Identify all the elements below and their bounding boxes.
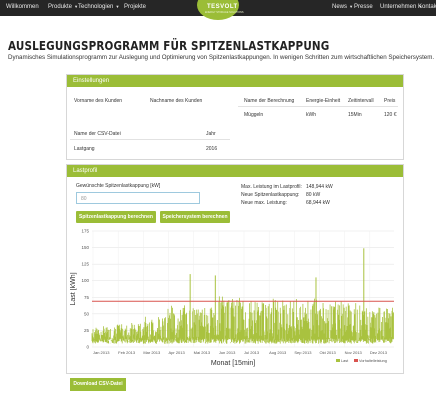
peak-shaving-input-label: Gewünschte Spitzenlastkappung [kW] bbox=[76, 183, 161, 189]
load-profile-chart: 0 25 50 75 100 125 150 175 Jan 2013 Feb 2013 Mar 2… bbox=[70, 229, 394, 367]
logo-text: TESVOLT bbox=[207, 4, 238, 10]
price-label: Preis bbox=[384, 98, 396, 104]
stat-value: 68,944 kW bbox=[306, 200, 330, 206]
calc-name-value: Müggeln bbox=[244, 112, 264, 118]
stat-value: 80 kW bbox=[306, 192, 321, 198]
calculate-peak-shaving-button[interactable]: Spitzenlastkappung berechnen bbox=[76, 211, 156, 223]
download-csv-button[interactable]: Download CSV-Datei bbox=[70, 378, 126, 391]
csv-name-label: Name der CSV-Datei bbox=[74, 131, 121, 137]
x-axis-label: Monat [15min] bbox=[211, 360, 255, 367]
x-tick-label: Sep 2013 bbox=[294, 350, 312, 355]
year-value: 2016 bbox=[206, 146, 218, 152]
y-axis-label: Last [kWh] bbox=[70, 272, 77, 305]
calculate-storage-system-button[interactable]: Speichersystem berechnen bbox=[160, 211, 230, 223]
nav-item-2[interactable]: Technologien ▼ bbox=[78, 4, 119, 10]
caret-down-icon: ▼ bbox=[114, 4, 120, 9]
x-tick-label: Okt 2013 bbox=[320, 350, 337, 355]
stat-value: 148,944 kW bbox=[306, 184, 333, 190]
energy-unit-value: kWh bbox=[306, 112, 316, 118]
nav-item-right-2[interactable]: Unternehmen ▼ bbox=[380, 4, 422, 10]
nav-item-0[interactable]: Willkommen bbox=[6, 4, 39, 10]
energy-unit-label: Energie-Einheit bbox=[306, 98, 341, 104]
x-tick-label: Jan 2013 bbox=[93, 350, 110, 355]
calc-name-label: Name der Berechnung bbox=[244, 98, 295, 104]
x-tick-label: Aug 2013 bbox=[269, 350, 287, 355]
y-tick-label: 125 bbox=[81, 262, 89, 267]
page-subtitle: Dynamisches Simulationsprogramm zur Ausl… bbox=[8, 54, 435, 61]
customer-first-name-label: Vorname des Kunden bbox=[74, 98, 123, 104]
page-title: AUSLEGUNGSPROGRAMM FÜR SPITZENLASTKAPPUN… bbox=[8, 38, 330, 53]
x-tick-label: Dez 2013 bbox=[370, 350, 388, 355]
x-tick-label: Nov 2013 bbox=[345, 350, 363, 355]
time-interval-value: 15Min bbox=[348, 112, 362, 118]
logo-subtext: ENERGY STORAGE SOLUTIONS bbox=[205, 11, 244, 14]
legend-label-threshold: Vorhaltelleistung bbox=[359, 359, 387, 363]
load-series-line bbox=[91, 296, 394, 344]
caret-down-icon: ▼ bbox=[348, 4, 354, 9]
x-tick-label: Mar 2013 bbox=[143, 350, 161, 355]
nav-item-1[interactable]: Produkte ▼ bbox=[48, 4, 78, 10]
price-value: 120 € bbox=[384, 112, 397, 118]
nav-item-right-1[interactable]: Presse bbox=[354, 4, 373, 10]
x-tick-label: Jun 2013 bbox=[219, 350, 236, 355]
stat-label: Neue Spitzenlastkappung: bbox=[241, 192, 300, 198]
settings-panel-header: Einstellungen bbox=[67, 75, 403, 87]
x-tick-label: Mai 2013 bbox=[194, 350, 211, 355]
x-tick-label: Jul 2013 bbox=[244, 350, 260, 355]
y-tick-label: 25 bbox=[84, 328, 90, 333]
y-tick-label: 150 bbox=[81, 245, 89, 250]
time-interval-label: Zeitintervall bbox=[348, 98, 374, 104]
nav-item-right-3[interactable]: Kontakt bbox=[418, 4, 436, 10]
y-tick-label: 75 bbox=[84, 295, 90, 300]
stat-label: Neue max. Leistung: bbox=[241, 200, 287, 206]
legend-swatch-threshold bbox=[354, 359, 358, 362]
year-label: Jahr bbox=[206, 131, 216, 137]
y-tick-label: 175 bbox=[81, 229, 89, 234]
tesvolt-logo[interactable] bbox=[197, 0, 239, 20]
peak-shaving-input[interactable]: 80 bbox=[76, 192, 200, 204]
stat-label: Max. Leistung im Lastprofil: bbox=[241, 184, 302, 190]
y-tick-label: 100 bbox=[81, 278, 89, 283]
y-tick-label: 0 bbox=[86, 345, 89, 350]
csv-name-value: Lastgang bbox=[74, 146, 95, 152]
divider bbox=[238, 106, 398, 107]
nav-item-right-0[interactable]: News ▼ bbox=[332, 4, 353, 10]
load-profile-panel-header: Lastprofil bbox=[67, 165, 403, 177]
legend-label-load: Last bbox=[341, 359, 349, 363]
customer-last-name-label: Nachname des Kunden bbox=[150, 98, 203, 104]
x-tick-label: Feb 2013 bbox=[118, 350, 136, 355]
x-tick-label: Apr 2013 bbox=[169, 350, 186, 355]
divider bbox=[70, 139, 230, 140]
nav-item-3[interactable]: Projekte bbox=[124, 4, 146, 10]
legend-swatch-load bbox=[336, 359, 340, 362]
y-tick-label: 50 bbox=[84, 311, 90, 316]
